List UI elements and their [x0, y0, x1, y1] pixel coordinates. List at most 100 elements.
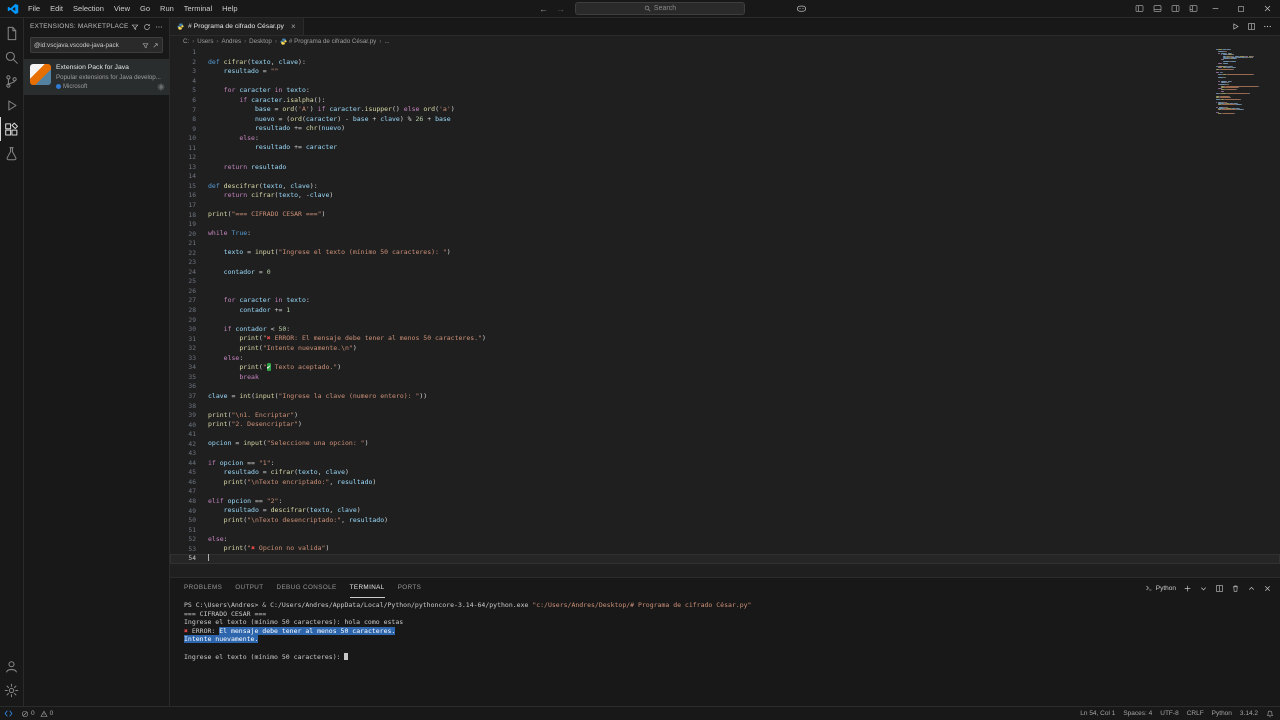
- remote-indicator-icon[interactable]: [4, 709, 13, 718]
- minimize-button[interactable]: [1202, 0, 1228, 18]
- toggle-secondary-sidebar-icon[interactable]: [1169, 0, 1181, 18]
- code-line[interactable]: 50 print("\nTexto desencriptado:", resul…: [170, 516, 1280, 526]
- extensions-search-input[interactable]: [34, 41, 139, 49]
- code-line[interactable]: 30 if contador < 50:: [170, 325, 1280, 335]
- status-indentation[interactable]: Spaces: 4: [1123, 710, 1152, 717]
- activity-item-testing[interactable]: [0, 141, 24, 165]
- chevron-down-icon[interactable]: [1199, 584, 1208, 593]
- menu-edit[interactable]: Edit: [45, 0, 68, 18]
- refresh-icon[interactable]: [143, 23, 151, 31]
- code-line[interactable]: 37 clave = int(input("Ingrese la clave (n…: [170, 392, 1280, 402]
- code-line[interactable]: 21: [170, 239, 1280, 249]
- code-line[interactable]: 14: [170, 172, 1280, 182]
- menu-help[interactable]: Help: [217, 0, 242, 18]
- close-panel-icon[interactable]: [1263, 584, 1272, 593]
- code-line[interactable]: 32 print("Intente nuevamente.\n"): [170, 344, 1280, 354]
- code-line[interactable]: 17: [170, 201, 1280, 211]
- code-line[interactable]: 36: [170, 382, 1280, 392]
- code-line[interactable]: 10 else:: [170, 134, 1280, 144]
- search-box[interactable]: Search: [575, 2, 745, 15]
- toggle-sidebar-icon[interactable]: [1133, 0, 1145, 18]
- code-line[interactable]: 23: [170, 258, 1280, 268]
- terminal-line[interactable]: === CIFRADO CESAR ===: [184, 610, 1280, 619]
- terminal-line[interactable]: [184, 644, 1280, 653]
- problems-indicator[interactable]: 0 0: [21, 710, 53, 718]
- terminal-line[interactable]: Ingrese el texto (mínimo 50 caracteres):: [184, 652, 1280, 662]
- minimap[interactable]: [1216, 48, 1268, 116]
- code-line[interactable]: 40 print("2. Desencriptar"): [170, 420, 1280, 430]
- code-line[interactable]: 53 print("✖ Opcion no valida"): [170, 544, 1280, 554]
- forward-arrow-icon[interactable]: →: [552, 4, 569, 14]
- terminal-line[interactable]: Ingrese el texto (mínimo 50 caracteres):…: [184, 618, 1280, 627]
- code-line[interactable]: 43: [170, 449, 1280, 459]
- close-tab-icon[interactable]: ×: [291, 22, 296, 31]
- extension-manage-gear-icon[interactable]: [157, 83, 165, 91]
- code-line[interactable]: 7 base = ord('A') if caracter.isupper() …: [170, 105, 1280, 115]
- code-line[interactable]: 48 elif opcion == "2":: [170, 497, 1280, 507]
- code-line[interactable]: 34 print("✔ Texto aceptado."): [170, 363, 1280, 373]
- code-line[interactable]: 3 resultado = "": [170, 67, 1280, 77]
- terminal-output[interactable]: PS C:\Users\Andres> & C:/Users/Andres/Ap…: [170, 598, 1280, 706]
- menu-selection[interactable]: Selection: [68, 0, 109, 18]
- code-line[interactable]: 15 def descifrar(texto, clave):: [170, 182, 1280, 192]
- code-line[interactable]: 9 resultado += chr(nuevo): [170, 124, 1280, 134]
- code-line[interactable]: 46 print("\nTexto encriptado:", resultad…: [170, 478, 1280, 488]
- menu-go[interactable]: Go: [135, 0, 155, 18]
- code-line[interactable]: 47: [170, 487, 1280, 497]
- back-arrow-icon[interactable]: ←: [535, 4, 552, 14]
- menu-file[interactable]: File: [23, 0, 45, 18]
- code-line[interactable]: 20 while True:: [170, 229, 1280, 239]
- filter-icon[interactable]: [131, 23, 139, 31]
- code-line[interactable]: 16 return cifrar(texto, -clave): [170, 191, 1280, 201]
- code-line[interactable]: 25: [170, 277, 1280, 287]
- code-line[interactable]: 52 else:: [170, 535, 1280, 545]
- split-editor-icon[interactable]: [1247, 22, 1256, 31]
- terminal-profile[interactable]: Python: [1145, 584, 1176, 592]
- more-actions-icon[interactable]: [155, 23, 163, 31]
- code-line[interactable]: 12: [170, 153, 1280, 163]
- menu-view[interactable]: View: [109, 0, 135, 18]
- code-line[interactable]: 24 contador = 0: [170, 268, 1280, 278]
- code-line[interactable]: 42 opcion = input("Seleccione una opcion:…: [170, 439, 1280, 449]
- code-line[interactable]: 26: [170, 287, 1280, 297]
- code-line[interactable]: 13 return resultado: [170, 163, 1280, 173]
- more-actions-icon[interactable]: [1263, 22, 1272, 31]
- split-terminal-icon[interactable]: [1215, 584, 1224, 593]
- code-line[interactable]: 5 for caracter in texto:: [170, 86, 1280, 96]
- activity-item-settings[interactable]: [0, 678, 24, 702]
- code-line[interactable]: 1: [170, 48, 1280, 58]
- code-line[interactable]: 4: [170, 77, 1280, 87]
- new-terminal-icon[interactable]: [1183, 584, 1192, 593]
- status-encoding[interactable]: UTF-8: [1160, 710, 1178, 717]
- terminal-line[interactable]: ✖ ERROR: El mensaje debe tener al menos …: [184, 626, 1280, 636]
- close-window-button[interactable]: [1254, 0, 1280, 18]
- code-line[interactable]: 8 nuevo = (ord(caracter) - base + clave)…: [170, 115, 1280, 125]
- code-line[interactable]: 19: [170, 220, 1280, 230]
- code-line[interactable]: 54: [170, 553, 1280, 564]
- status-python-version[interactable]: 3.14.2: [1240, 710, 1258, 717]
- copilot-icon[interactable]: [796, 3, 807, 14]
- breadcrumb-item[interactable]: C:: [183, 38, 189, 45]
- code-line[interactable]: 31 print("✖ ERROR: El mensaje debe tener…: [170, 334, 1280, 344]
- code-line[interactable]: 22 texto = input("Ingrese el texto (míni…: [170, 248, 1280, 258]
- code-line[interactable]: 2 def cifrar(texto, clave):: [170, 58, 1280, 68]
- maximize-panel-icon[interactable]: [1247, 584, 1256, 593]
- code-line[interactable]: 44 if opcion == "1":: [170, 459, 1280, 469]
- code-line[interactable]: 35 break: [170, 373, 1280, 383]
- extensions-search-box[interactable]: [30, 37, 163, 53]
- code-line[interactable]: 51: [170, 525, 1280, 535]
- panel-tab-debug-console[interactable]: DEBUG CONSOLE: [277, 578, 337, 598]
- code-line[interactable]: 45 resultado = cifrar(texto, clave): [170, 468, 1280, 478]
- open-in-editor-icon[interactable]: [152, 42, 159, 49]
- code-editor[interactable]: 1 2 def cifrar(texto, clave): 3 resultado =…: [170, 46, 1280, 577]
- kill-terminal-icon[interactable]: [1231, 584, 1240, 593]
- menu-terminal[interactable]: Terminal: [179, 0, 217, 18]
- run-python-file-button[interactable]: [1231, 22, 1240, 31]
- code-line[interactable]: 38: [170, 401, 1280, 411]
- activity-item-account[interactable]: [0, 654, 24, 678]
- activity-item-source-control[interactable]: [0, 69, 24, 93]
- code-line[interactable]: 18 print("=== CIFRADO CESAR ==="): [170, 210, 1280, 220]
- maximize-button[interactable]: [1228, 0, 1254, 18]
- terminal-line[interactable]: PS C:\Users\Andres> & C:/Users/Andres/Ap…: [184, 601, 1280, 610]
- activity-item-extensions[interactable]: [0, 117, 24, 141]
